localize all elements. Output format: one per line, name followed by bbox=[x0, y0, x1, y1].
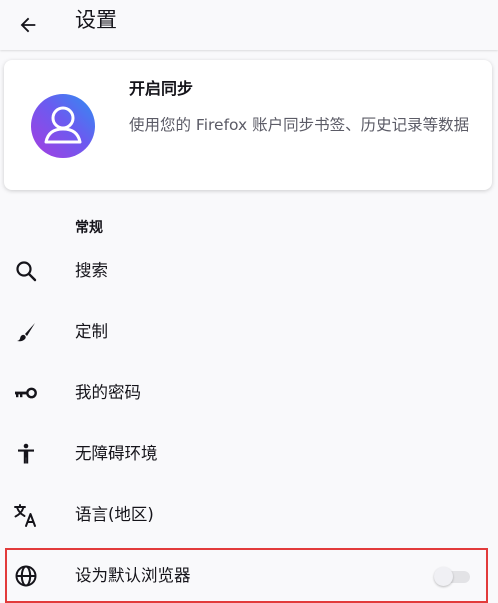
top-app-bar: 设置 bbox=[0, 0, 498, 50]
sync-account-card[interactable]: 开启同步 使用您的 Firefox 账户同步书签、历史记录等数据 bbox=[4, 60, 492, 190]
toggle-thumb bbox=[434, 566, 453, 586]
settings-item-label: 搜索 bbox=[75, 260, 108, 280]
settings-item-customize[interactable]: 定制 bbox=[0, 301, 498, 362]
settings-item-label: 无障碍环境 bbox=[75, 443, 158, 463]
back-button[interactable] bbox=[8, 5, 48, 45]
settings-item-language[interactable]: 语言(地区) bbox=[0, 484, 498, 545]
search-icon bbox=[13, 258, 39, 284]
translate-icon bbox=[13, 502, 39, 528]
globe-icon bbox=[13, 563, 39, 589]
arrow-back-icon bbox=[20, 17, 36, 33]
settings-item-search[interactable]: 搜索 bbox=[0, 240, 498, 301]
settings-item-label: 语言(地区) bbox=[75, 504, 154, 524]
account-avatar-icon bbox=[31, 94, 95, 158]
settings-item-accessibility[interactable]: 无障碍环境 bbox=[0, 423, 498, 484]
key-icon bbox=[13, 380, 39, 406]
accessibility-icon bbox=[13, 441, 39, 467]
paintbrush-icon bbox=[13, 319, 39, 345]
settings-item-passwords[interactable]: 我的密码 bbox=[0, 362, 498, 423]
page-title: 设置 bbox=[75, 8, 117, 32]
section-header-general: 常规 bbox=[75, 220, 103, 236]
sync-card-description: 使用您的 Firefox 账户同步书签、历史记录等数据 bbox=[129, 116, 470, 134]
default-browser-toggle[interactable] bbox=[434, 565, 472, 587]
settings-item-label: 定制 bbox=[75, 321, 108, 341]
settings-list: 搜索 定制 我的密码 无障碍环境 语言(地区) 设为默认浏览器 bbox=[0, 240, 498, 603]
sync-card-title: 开启同步 bbox=[129, 79, 194, 98]
settings-item-label: 我的密码 bbox=[75, 382, 141, 402]
settings-item-label: 设为默认浏览器 bbox=[75, 565, 191, 585]
settings-item-default-browser[interactable]: 设为默认浏览器 bbox=[5, 548, 488, 603]
